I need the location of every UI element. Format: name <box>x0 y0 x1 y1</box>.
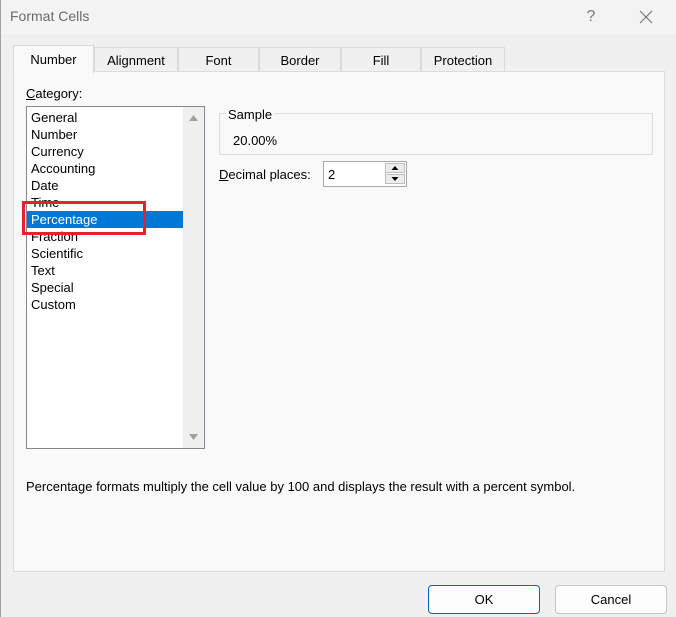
category-label-accelerator: C <box>26 86 36 101</box>
category-item-currency[interactable]: Currency <box>27 143 183 160</box>
triangle-down-icon <box>189 434 198 440</box>
title-bar: Format Cells ? <box>1 0 676 34</box>
cancel-button[interactable]: Cancel <box>555 585 667 614</box>
dialog-title: Format Cells <box>10 8 90 24</box>
decimal-places-input[interactable] <box>328 166 383 182</box>
sample-value: 20.00% <box>233 133 278 148</box>
triangle-up-icon <box>189 115 198 121</box>
help-button[interactable]: ? <box>576 4 606 30</box>
category-item-special[interactable]: Special <box>27 279 183 296</box>
tab-alignment[interactable]: Alignment <box>94 47 178 72</box>
tab-protection[interactable]: Protection <box>421 47 505 72</box>
category-item-fraction[interactable]: Fraction <box>27 228 183 245</box>
category-item-accounting[interactable]: Accounting <box>27 160 183 177</box>
category-scrollbar[interactable] <box>183 107 204 448</box>
spinner-buttons <box>385 163 405 185</box>
category-item-custom[interactable]: Custom <box>27 296 183 313</box>
decimal-places-label-text: ecimal places: <box>228 167 311 182</box>
category-label: Category: <box>26 86 82 101</box>
category-listbox[interactable]: General Number Currency Accounting Date … <box>26 106 205 449</box>
format-cells-dialog: Format Cells ? Number Alignment Font Bor… <box>0 0 676 617</box>
sample-label: Sample <box>226 107 275 122</box>
format-description: Percentage formats multiply the cell val… <box>26 479 576 494</box>
category-item-number[interactable]: Number <box>27 126 183 143</box>
spin-down-button[interactable] <box>385 174 405 184</box>
tab-border[interactable]: Border <box>259 47 341 72</box>
category-item-scientific[interactable]: Scientific <box>27 245 183 262</box>
scroll-down-button[interactable] <box>183 429 204 446</box>
category-item-text[interactable]: Text <box>27 262 183 279</box>
category-label-text: ategory: <box>35 86 83 101</box>
category-item-general[interactable]: General <box>27 109 183 126</box>
spin-down-arrow-icon <box>391 177 399 181</box>
decimal-places-spinner[interactable] <box>323 161 407 187</box>
category-item-time[interactable]: Time <box>27 194 183 211</box>
sample-groupbox <box>219 113 653 155</box>
decimal-places-accelerator: D <box>219 167 229 182</box>
decimal-places-label: Decimal places: <box>219 167 311 182</box>
spin-up-arrow-icon <box>391 166 399 170</box>
question-mark-icon: ? <box>586 8 596 25</box>
spin-up-button[interactable] <box>385 163 405 173</box>
category-item-date[interactable]: Date <box>27 177 183 194</box>
scroll-up-button[interactable] <box>183 109 204 126</box>
close-icon <box>639 10 653 24</box>
tab-font[interactable]: Font <box>178 47 259 72</box>
tab-fill[interactable]: Fill <box>341 47 421 72</box>
category-item-percentage[interactable]: Percentage <box>27 211 183 228</box>
close-button[interactable] <box>629 4 663 30</box>
tab-number[interactable]: Number <box>13 45 94 73</box>
ok-button[interactable]: OK <box>428 585 540 614</box>
